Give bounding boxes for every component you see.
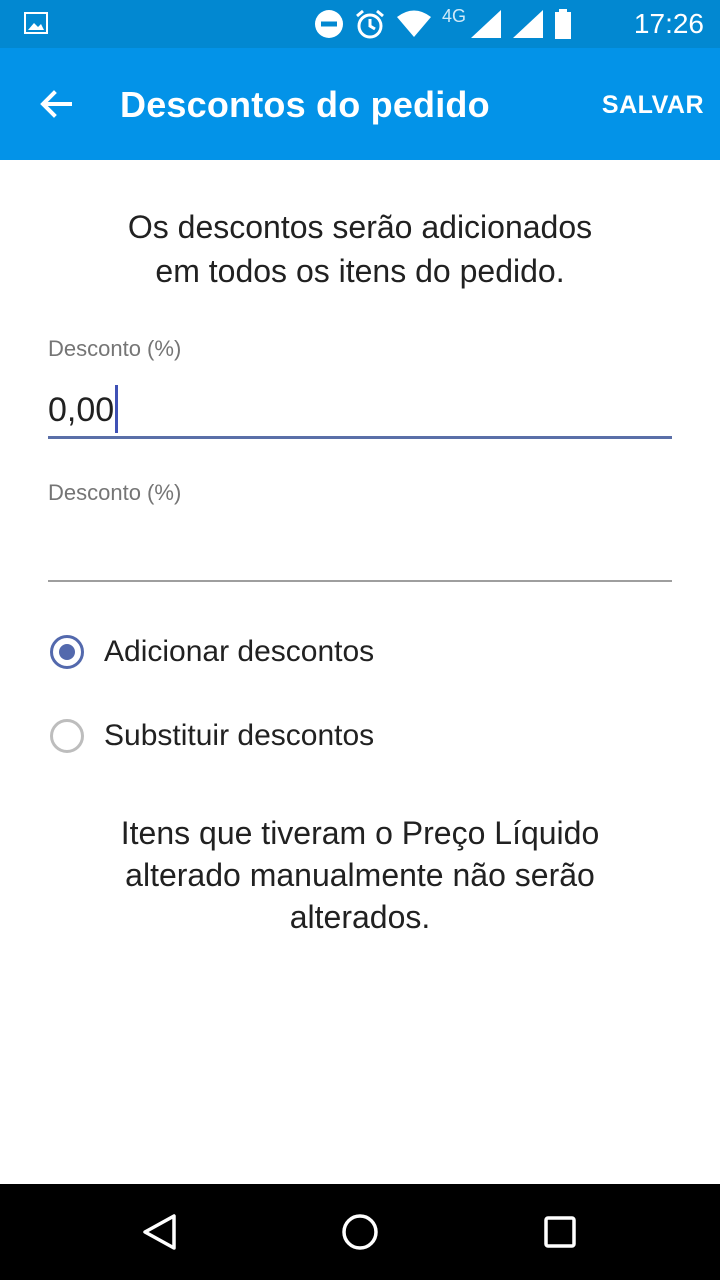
nav-back-icon[interactable]	[136, 1208, 184, 1256]
intro-text-line: em todos os itens do pedido.	[155, 253, 565, 289]
navigation-bar	[0, 1184, 720, 1280]
discount-percent-label-2: Desconto (%)	[48, 480, 182, 505]
radio-checked-icon	[50, 635, 84, 669]
radio-add-discounts-label: Adicionar descontos	[104, 635, 375, 668]
intro-text-line: Os descontos serão adicionados	[127, 209, 593, 245]
text-cursor	[115, 385, 119, 433]
note-text-line: alterado manualmente não serão	[125, 857, 595, 893]
app-bar: Descontos do pedido SALVAR	[0, 48, 720, 160]
nav-home-icon[interactable]	[336, 1208, 384, 1256]
gallery-icon	[24, 12, 48, 34]
discount-percent-label: Desconto (%)	[48, 336, 182, 361]
note-text-line: Itens que tiveram o Preço Líquido	[120, 815, 600, 851]
wifi-icon	[396, 10, 431, 37]
radio-replace-discounts-label: Substituir descontos	[104, 719, 375, 752]
status-bar: 4G 17:26	[0, 0, 720, 48]
nav-recent-apps-icon[interactable]	[536, 1208, 584, 1256]
discount-percent-field-2[interactable]: Desconto (%)	[48, 480, 672, 590]
arrow-left-icon[interactable]	[36, 84, 76, 124]
do-not-disturb-icon	[314, 10, 343, 38]
field-underline	[48, 580, 672, 582]
discount-percent-value: 0,00	[48, 390, 115, 429]
save-button[interactable]: SALVAR	[602, 90, 704, 120]
signal-icon	[513, 10, 543, 38]
note-text-line: alterados.	[289, 899, 431, 935]
battery-icon	[555, 9, 571, 39]
page-title: Descontos do pedido	[120, 84, 490, 125]
radio-replace-discounts[interactable]: Substituir descontos	[50, 712, 374, 760]
signal-icon	[471, 10, 501, 38]
status-icons: 4G	[314, 5, 572, 40]
network-type-label: 4G	[441, 5, 466, 26]
status-time: 17:26	[633, 8, 704, 39]
radio-add-discounts[interactable]: Adicionar descontos	[50, 628, 374, 676]
radio-unchecked-icon	[50, 719, 84, 753]
discount-percent-input[interactable]: 0,00	[48, 385, 119, 436]
alarm-icon	[356, 9, 384, 39]
discount-percent-field[interactable]: Desconto (%) 0,00	[48, 336, 672, 446]
field-underline	[48, 436, 672, 439]
note-text: Itens que tiveram o Preço Líquido altera…	[60, 812, 660, 938]
intro-text: Os descontos serão adicionados em todos …	[0, 205, 720, 293]
